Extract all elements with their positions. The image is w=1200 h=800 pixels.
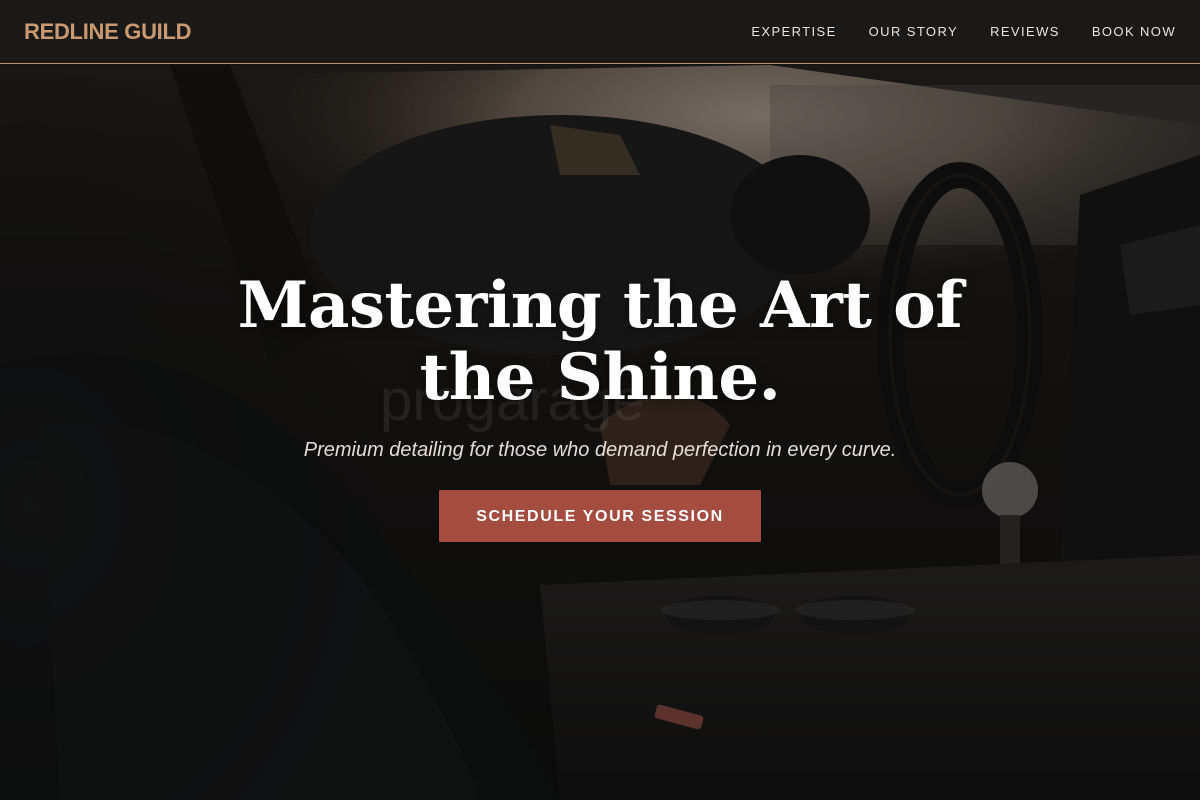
schedule-session-button[interactable]: SCHEDULE YOUR SESSION [439,490,761,542]
nav-item-reviews[interactable]: REVIEWS [990,24,1060,39]
hero-title: Mastering the Art of the Shine. [237,268,963,415]
hero-subtitle: Premium detailing for those who demand p… [303,439,897,461]
nav-item-book-now[interactable]: BOOK NOW [1092,24,1176,39]
main-nav: EXPERTISE OUR STORY REVIEWS BOOK NOW [751,24,1176,39]
hero-content: Mastering the Art of the Shine. Premium … [0,270,1200,542]
nav-item-expertise[interactable]: EXPERTISE [751,24,836,39]
nav-item-our-story[interactable]: OUR STORY [869,24,958,39]
hero-section: progarage Mastering the Art of the Shine… [0,65,1200,800]
brand-logo[interactable]: REDLINE GUILD [24,19,192,45]
site-header: REDLINE GUILD EXPERTISE OUR STORY REVIEW… [0,0,1200,64]
